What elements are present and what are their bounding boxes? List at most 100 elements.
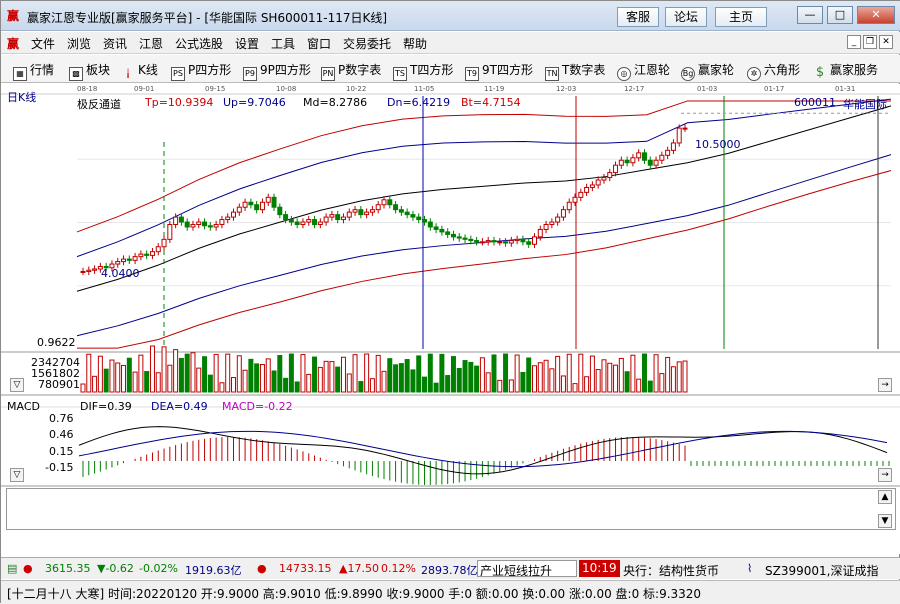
panel-scroll-up-icon[interactable]: ▲ bbox=[878, 490, 892, 504]
candle-body-40 bbox=[312, 219, 318, 226]
volume-bar-30 bbox=[254, 363, 260, 393]
child-restore-icon[interactable]: ❐ bbox=[863, 35, 877, 49]
toolbar-service[interactable]: $ 赢家服务 bbox=[813, 61, 878, 81]
candle-body-103 bbox=[676, 127, 682, 144]
close-icon[interactable]: ✕ bbox=[857, 6, 895, 24]
toolbar-sectors[interactable]: ▩ 板块 bbox=[69, 61, 110, 81]
date-axis: 08-18 09-01 09-15 10-08 10-22 11-05 11-19 12-03… bbox=[77, 85, 855, 93]
toolbar-gann-wheel[interactable]: ◎ 江恩轮 bbox=[617, 61, 670, 81]
sz-amount: 2893.78亿 bbox=[421, 564, 478, 577]
macd-collapse-icon[interactable]: ▽ bbox=[10, 468, 24, 482]
volume-bar-38 bbox=[300, 354, 306, 393]
menu-file[interactable]: 文件 bbox=[31, 35, 55, 52]
menu-gann[interactable]: 江恩 bbox=[139, 35, 163, 52]
menu-browse[interactable]: 浏览 bbox=[67, 35, 91, 52]
minimize-icon[interactable]: — bbox=[797, 6, 823, 24]
volume-arrow-icon[interactable]: → bbox=[878, 378, 892, 392]
volume-bar-85 bbox=[572, 383, 578, 393]
calculator-icon: ▤ bbox=[7, 562, 18, 575]
toolbar-gann-wheel-label: 江恩轮 bbox=[634, 63, 671, 77]
candle-body-56 bbox=[404, 211, 410, 216]
period-label: 日K线 bbox=[7, 91, 37, 104]
panel-scroll-down-icon[interactable]: ▼ bbox=[878, 514, 892, 528]
sh-amount: 1919.63亿 bbox=[185, 564, 242, 577]
child-minimize-icon[interactable]: _ bbox=[847, 35, 861, 49]
candle-body-28 bbox=[242, 201, 248, 208]
volume-collapse-icon[interactable]: ▽ bbox=[10, 378, 24, 392]
candle-body-20 bbox=[196, 221, 202, 226]
candle-body-83 bbox=[560, 209, 566, 218]
candle-body-51 bbox=[375, 204, 381, 211]
volume-bar-37 bbox=[294, 381, 300, 393]
volume-bar-15 bbox=[167, 364, 173, 393]
chart-area: 08-18 09-01 09-15 10-08 10-22 11-05 11-19 12-03… bbox=[1, 84, 900, 554]
price-min-label: 0.9622 bbox=[37, 336, 76, 349]
candle-icon: ╽ bbox=[125, 69, 131, 78]
toolbar-quotes[interactable]: ▦ 行情 bbox=[13, 61, 54, 81]
menu-formula[interactable]: 公式选股 bbox=[175, 35, 223, 52]
menu-logo-icon: 赢 bbox=[7, 37, 20, 51]
candle-body-15 bbox=[167, 224, 173, 240]
child-close-icon[interactable]: ✕ bbox=[879, 35, 893, 49]
toolbar-winner-wheel[interactable]: Bg 赢家轮 bbox=[681, 61, 734, 81]
candle-body-96 bbox=[636, 152, 642, 159]
volume-bar-5 bbox=[109, 359, 115, 393]
menu-trade[interactable]: 交易委托 bbox=[343, 35, 391, 52]
news-ticker[interactable]: 产业短线拉升 bbox=[477, 560, 577, 577]
date-tick-1: 09-01 bbox=[134, 85, 154, 93]
candle-body-16 bbox=[173, 216, 179, 226]
candle-body-99 bbox=[653, 159, 659, 166]
date-tick-5: 11-05 bbox=[414, 85, 434, 93]
macd-arrow-icon[interactable]: → bbox=[878, 468, 892, 482]
sh-index-icon: ● bbox=[23, 562, 33, 575]
index-code[interactable]: SZ399001,深证成指 bbox=[765, 562, 878, 579]
volume-bar-4 bbox=[103, 368, 109, 393]
toolbar-t-table[interactable]: TN T数字表 bbox=[545, 61, 605, 81]
volume-bar-76 bbox=[520, 371, 526, 393]
volume-bar-14 bbox=[161, 346, 167, 393]
candle-body-100 bbox=[659, 154, 665, 161]
candle-body-74 bbox=[508, 240, 514, 244]
dea-value: DEA=0.49 bbox=[151, 400, 208, 413]
candle-body-58 bbox=[416, 216, 422, 221]
kline-chart[interactable]: 08-18 09-01 09-15 10-08 10-22 11-05 11-19 12-03… bbox=[1, 84, 900, 554]
menu-help[interactable]: 帮助 bbox=[403, 35, 427, 52]
toolbar-9t-square[interactable]: T9 9T四方形 bbox=[465, 61, 533, 81]
volume-bar-17 bbox=[178, 357, 184, 393]
candle-body-32 bbox=[265, 196, 271, 203]
candle-body-78 bbox=[532, 236, 537, 245]
toolbar-p-table[interactable]: PN P数字表 bbox=[321, 61, 381, 81]
menu-tools[interactable]: 工具 bbox=[271, 35, 295, 52]
homepage-button[interactable]: 主页 bbox=[715, 7, 767, 27]
volume-bar-54 bbox=[393, 364, 399, 393]
toolbar-hexagon[interactable]: ✲ 六角形 bbox=[747, 61, 800, 81]
volume-bar-79 bbox=[537, 362, 543, 393]
volume-bar-46 bbox=[346, 373, 352, 393]
menu-info[interactable]: 资讯 bbox=[103, 35, 127, 52]
candle-body-17 bbox=[178, 216, 184, 223]
news-headline[interactable]: 央行：结构性货币 bbox=[623, 562, 735, 579]
volume-bar-55 bbox=[398, 363, 404, 393]
menu-window[interactable]: 窗口 bbox=[307, 35, 331, 52]
volume-bar-49 bbox=[364, 353, 370, 393]
date-tick-3: 10-08 bbox=[276, 85, 296, 93]
candle-body-2 bbox=[92, 268, 98, 271]
toolbar-kline[interactable]: ╽ K线 bbox=[121, 61, 158, 82]
maximize-icon[interactable]: □ bbox=[827, 6, 853, 24]
candle-body-9 bbox=[132, 256, 138, 261]
candle-body-44 bbox=[335, 214, 341, 221]
candle-body-87 bbox=[584, 186, 590, 193]
toolbar-p-square[interactable]: PS P四方形 bbox=[171, 61, 231, 81]
candle-body-92 bbox=[613, 164, 619, 174]
forum-button[interactable]: 论坛 bbox=[665, 7, 708, 27]
volume-bar-32 bbox=[265, 358, 271, 393]
candle-body-90 bbox=[601, 177, 607, 181]
toolbar-t-square[interactable]: TS T四方形 bbox=[393, 61, 453, 81]
volume-bar-92 bbox=[613, 364, 619, 393]
date-tick-4: 10-22 bbox=[346, 85, 366, 93]
customer-service-button[interactable]: 客服 bbox=[617, 7, 660, 27]
candle-body-35 bbox=[283, 214, 289, 221]
candle-body-11 bbox=[144, 253, 150, 256]
toolbar-9p-square[interactable]: P9 9P四方形 bbox=[243, 61, 311, 81]
menu-settings[interactable]: 设置 bbox=[235, 35, 259, 52]
